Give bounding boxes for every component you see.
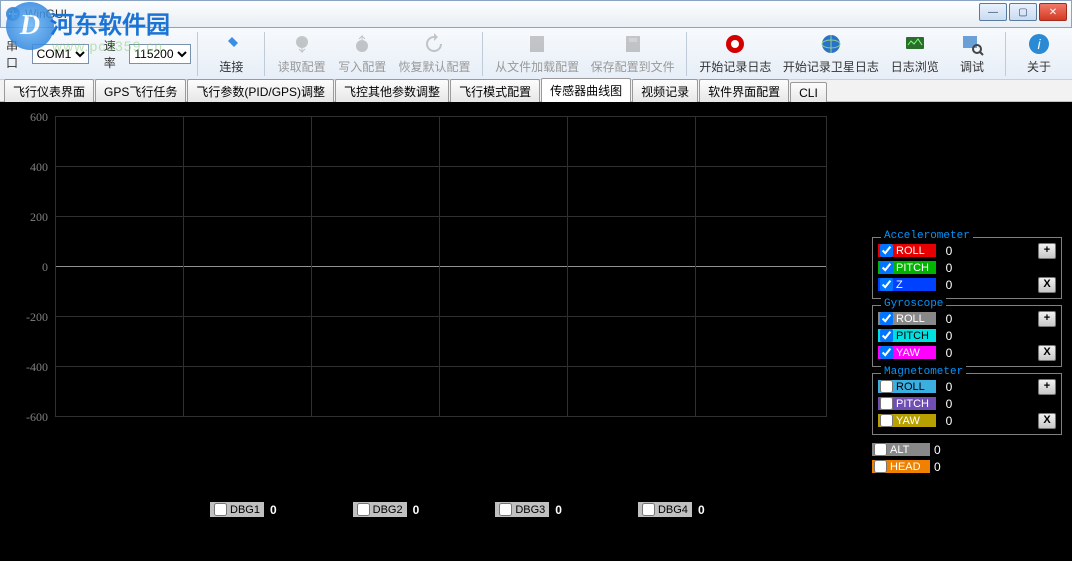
dbg3-checkbox[interactable]: DBG3 bbox=[495, 502, 549, 517]
gyro-roll-value: 0 bbox=[940, 312, 958, 326]
dbg2-checkbox[interactable]: DBG2 bbox=[353, 502, 407, 517]
ytick-n200: -200 bbox=[10, 310, 48, 325]
tab-video[interactable]: 视频记录 bbox=[632, 79, 698, 102]
gyro-pitch-value: 0 bbox=[940, 329, 958, 343]
tab-gps-mission[interactable]: GPS飞行任务 bbox=[95, 79, 186, 102]
tab-ui-config[interactable]: 软件界面配置 bbox=[699, 79, 789, 102]
start-sat-log-button[interactable]: 开始记录卫星日志 bbox=[777, 30, 884, 78]
view-log-button[interactable]: 日志浏览 bbox=[884, 30, 945, 78]
dbg4-value: 0 bbox=[698, 503, 705, 517]
mag-pitch-checkbox[interactable]: PITCH bbox=[878, 397, 936, 410]
tab-other-params[interactable]: 飞控其他参数调整 bbox=[335, 79, 449, 102]
extra-sensors: ALT 0 HEAD 0 bbox=[872, 441, 1062, 475]
acc-plus-button[interactable]: + bbox=[1038, 243, 1056, 259]
port-select[interactable]: COM1 bbox=[32, 44, 89, 64]
monitor-icon bbox=[903, 32, 927, 56]
acc-roll-value: 0 bbox=[940, 244, 958, 258]
acc-pitch-value: 0 bbox=[940, 261, 958, 275]
sensor-graph-panel: 600 400 200 0 -200 -400 -600 DBG1 0 DBG2… bbox=[0, 102, 1072, 561]
gyroscope-panel: Gyroscope ROLL 0 + PITCH 0 YAW 0 X bbox=[872, 305, 1062, 367]
app-icon bbox=[5, 6, 21, 22]
debug-row: DBG1 0 DBG2 0 DBG3 0 DBG4 0 bbox=[210, 502, 705, 517]
ytick-n400: -400 bbox=[10, 360, 48, 375]
mag-yaw-checkbox[interactable]: YAW bbox=[878, 414, 936, 427]
window-close-button[interactable]: ✕ bbox=[1039, 3, 1067, 21]
accelerometer-panel: Accelerometer ROLL 0 + PITCH 0 Z 0 X bbox=[872, 237, 1062, 299]
gear-up-icon bbox=[350, 32, 374, 56]
window-titlebar: WinGUI — ▢ ✕ bbox=[0, 0, 1072, 28]
gyro-plus-button[interactable]: + bbox=[1038, 311, 1056, 327]
mag-title: Magnetometer bbox=[881, 366, 966, 378]
gyro-yaw-checkbox[interactable]: YAW bbox=[878, 346, 936, 359]
tab-cli[interactable]: CLI bbox=[790, 82, 827, 102]
start-log-button[interactable]: 开始记录日志 bbox=[693, 30, 777, 78]
baud-select[interactable]: 115200 bbox=[129, 44, 191, 64]
info-icon: i bbox=[1027, 32, 1051, 56]
dbg2-value: 0 bbox=[413, 503, 420, 517]
refresh-icon bbox=[422, 32, 446, 56]
ytick-n600: -600 bbox=[10, 410, 48, 425]
file-open-icon bbox=[525, 32, 549, 56]
load-file-button[interactable]: 从文件加载配置 bbox=[489, 30, 585, 78]
file-save-icon bbox=[621, 32, 645, 56]
window-maximize-button[interactable]: ▢ bbox=[1009, 3, 1037, 21]
tab-instruments[interactable]: 飞行仪表界面 bbox=[4, 79, 94, 102]
write-config-button[interactable]: 写入配置 bbox=[332, 30, 393, 78]
acc-z-checkbox[interactable]: Z bbox=[878, 278, 936, 291]
gyro-roll-checkbox[interactable]: ROLL bbox=[878, 312, 936, 325]
debug-button[interactable]: 调试 bbox=[945, 30, 999, 78]
record-icon bbox=[723, 32, 747, 56]
acc-x-button[interactable]: X bbox=[1038, 277, 1056, 293]
dbg1-value: 0 bbox=[270, 503, 277, 517]
dbg1-checkbox[interactable]: DBG1 bbox=[210, 502, 264, 517]
acc-roll-checkbox[interactable]: ROLL bbox=[878, 244, 936, 257]
tab-strip: 飞行仪表界面 GPS飞行任务 飞行参数(PID/GPS)调整 飞控其他参数调整 … bbox=[0, 80, 1072, 102]
read-config-button[interactable]: 读取配置 bbox=[271, 30, 332, 78]
gear-down-icon bbox=[290, 32, 314, 56]
connect-button[interactable]: 连接 bbox=[204, 30, 258, 78]
magnetometer-panel: Magnetometer ROLL 0 + PITCH 0 YAW 0 X bbox=[872, 373, 1062, 435]
window-minimize-button[interactable]: — bbox=[979, 3, 1007, 21]
mag-x-button[interactable]: X bbox=[1038, 413, 1056, 429]
alt-checkbox[interactable]: ALT bbox=[872, 443, 930, 456]
mag-plus-button[interactable]: + bbox=[1038, 379, 1056, 395]
plug-icon bbox=[219, 32, 243, 56]
port-label: 串口 bbox=[6, 37, 28, 71]
alt-value: 0 bbox=[934, 443, 941, 457]
about-button[interactable]: i 关于 bbox=[1012, 30, 1066, 78]
mag-roll-checkbox[interactable]: ROLL bbox=[878, 380, 936, 393]
head-checkbox[interactable]: HEAD bbox=[872, 460, 930, 473]
main-toolbar: 串口 COM1 速率 115200 连接 读取配置 写入配置 恢复默认配置 从文… bbox=[0, 28, 1072, 80]
acc-z-value: 0 bbox=[940, 278, 958, 292]
acc-pitch-checkbox[interactable]: PITCH bbox=[878, 261, 936, 274]
ytick-0: 0 bbox=[10, 260, 48, 275]
acc-title: Accelerometer bbox=[881, 230, 973, 242]
restore-config-button[interactable]: 恢复默认配置 bbox=[393, 30, 477, 78]
head-value: 0 bbox=[934, 460, 941, 474]
gyro-title: Gyroscope bbox=[881, 298, 946, 310]
image-search-icon bbox=[960, 32, 984, 56]
mag-roll-value: 0 bbox=[940, 380, 958, 394]
gyro-pitch-checkbox[interactable]: PITCH bbox=[878, 329, 936, 342]
ytick-400: 400 bbox=[10, 160, 48, 175]
gyro-yaw-value: 0 bbox=[940, 346, 958, 360]
baud-label: 速率 bbox=[104, 37, 126, 71]
mag-pitch-value: 0 bbox=[940, 397, 958, 411]
dbg3-value: 0 bbox=[555, 503, 562, 517]
tab-pid-gps[interactable]: 飞行参数(PID/GPS)调整 bbox=[187, 79, 334, 102]
window-title: WinGUI bbox=[25, 7, 67, 21]
ytick-600: 600 bbox=[10, 110, 48, 125]
tab-sensor-graph[interactable]: 传感器曲线图 bbox=[541, 78, 631, 102]
ytick-200: 200 bbox=[10, 210, 48, 225]
mag-yaw-value: 0 bbox=[940, 414, 958, 428]
globe-icon bbox=[819, 32, 843, 56]
save-file-button[interactable]: 保存配置到文件 bbox=[585, 30, 681, 78]
gyro-x-button[interactable]: X bbox=[1038, 345, 1056, 361]
dbg4-checkbox[interactable]: DBG4 bbox=[638, 502, 692, 517]
tab-flight-mode[interactable]: 飞行模式配置 bbox=[450, 79, 540, 102]
